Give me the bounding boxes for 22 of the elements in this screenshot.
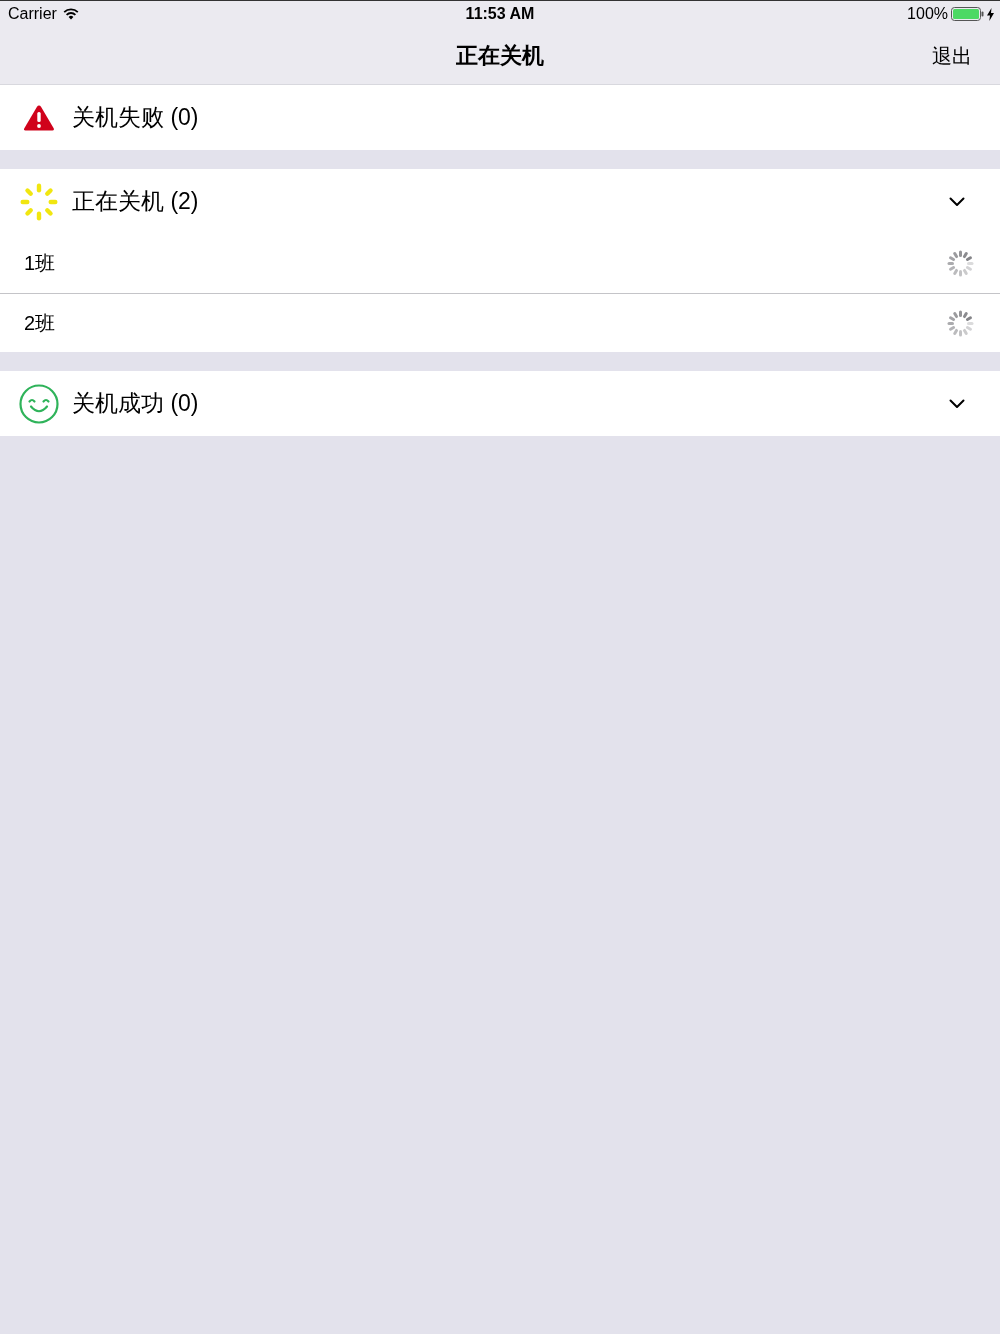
spinner-icon [19, 181, 59, 222]
row-label: 2班 [24, 310, 56, 336]
carrier-label: Carrier [8, 5, 57, 23]
section-header[interactable]: 正在关机 (2) [0, 169, 1000, 234]
exit-button[interactable]: 退出 [930, 40, 974, 71]
loading-spinner-icon [947, 250, 974, 277]
section-title: 关机失败 (0) [72, 103, 199, 132]
battery-icon [951, 7, 984, 21]
wifi-icon [62, 8, 79, 20]
list-row[interactable]: 1班 [0, 234, 1000, 293]
row-label: 1班 [24, 251, 56, 276]
section-title: 正在关机 (2) [72, 187, 199, 216]
list-row[interactable]: 2班 [0, 293, 1000, 352]
loading-spinner-icon [947, 309, 974, 337]
smiley-face-icon [19, 383, 59, 424]
section-title: 关机成功 (0) [72, 389, 199, 418]
nav-title: 正在关机 [456, 41, 544, 70]
section-header[interactable]: 关机失败 (0) [0, 85, 1000, 150]
section-header[interactable]: 关机成功 (0) [0, 371, 1000, 436]
time-label: 11:53 AM [465, 5, 535, 23]
battery-percent: 100% [907, 5, 948, 23]
warning-triangle-icon [23, 103, 55, 132]
